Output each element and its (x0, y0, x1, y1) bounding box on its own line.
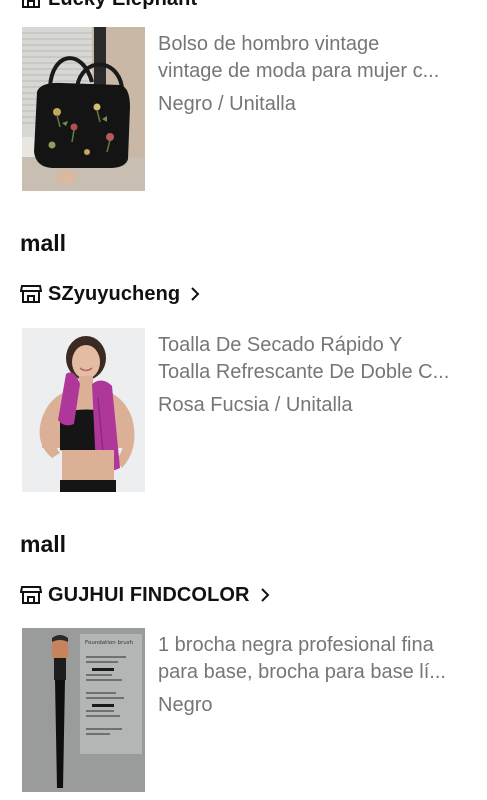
store-name: GUJHUI FINDCOLOR (48, 583, 250, 606)
order-items-list: Lucky Elephant (0, 0, 487, 800)
order-item[interactable]: Bolso de hombro vintage vintage de moda … (22, 27, 472, 191)
black-foundation-brush-photo: Foundation brush (22, 628, 145, 792)
item-variant: Negro / Unitalla (158, 93, 296, 115)
section-label-mall: mall (20, 230, 67, 256)
floral-black-shoulder-bag-photo (22, 27, 145, 191)
store-header-lucky-elephant[interactable]: Lucky Elephant (20, 0, 197, 12)
item-title: 1 brocha negra profesional fina para bas… (158, 634, 446, 683)
store-icon (22, 0, 40, 8)
order-item[interactable]: Toalla De Secado Rápido Y Toalla Refresc… (22, 328, 472, 492)
section-label-mall: mall (20, 531, 67, 557)
store-name: Lucky Elephant (48, 0, 197, 11)
store-header-szyuyucheng[interactable]: SZyuyucheng (20, 281, 200, 307)
foundation-brush-label: Foundation brush (85, 640, 134, 646)
item-variant: Rosa Fucsia / Unitalla (158, 394, 353, 416)
chevron-right-icon (260, 588, 270, 602)
order-item[interactable]: Foundation brush 1 brocha negra profesio… (22, 628, 472, 792)
store-header-gujhui-findcolor[interactable]: GUJHUI FINDCOLOR (20, 582, 270, 608)
item-title: Toalla De Secado Rápido Y Toalla Refresc… (158, 334, 450, 383)
item-title: Bolso de hombro vintage vintage de moda … (158, 33, 440, 82)
woman-with-pink-towel-photo (22, 328, 145, 492)
store-name: SZyuyucheng (48, 282, 181, 305)
store-icon (20, 285, 42, 303)
item-variant: Negro (158, 694, 213, 716)
store-icon (20, 586, 42, 604)
chevron-right-icon (191, 287, 200, 301)
